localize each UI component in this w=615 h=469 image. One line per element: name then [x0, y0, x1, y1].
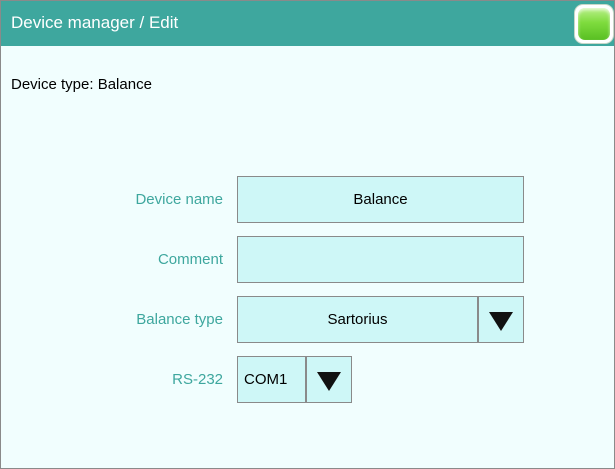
- rs232-field[interactable]: COM1: [237, 356, 306, 403]
- balance-type-dropdown-button[interactable]: [478, 296, 524, 343]
- comment-label: Comment: [157, 251, 223, 268]
- rs232-label: RS-232: [172, 371, 223, 388]
- device-name-label: Device name: [135, 191, 223, 208]
- balance-type-label: Balance type: [136, 311, 223, 328]
- home-icon: [578, 8, 610, 40]
- window-title: Device manager / Edit: [11, 13, 179, 32]
- triangle-down-icon: [489, 311, 513, 331]
- device-type-text: Device type: Balance: [11, 76, 152, 93]
- balance-type-field[interactable]: Sartorius: [237, 296, 478, 343]
- title-bar: Device manager / Edit: [1, 1, 614, 46]
- device-name-field[interactable]: Balance: [237, 176, 524, 223]
- device-manager-window: Device manager / Edit Device type: Balan…: [0, 0, 615, 469]
- home-button[interactable]: [574, 4, 614, 44]
- rs232-dropdown-button[interactable]: [306, 356, 352, 403]
- triangle-down-icon: [317, 371, 341, 391]
- comment-field[interactable]: [237, 236, 524, 283]
